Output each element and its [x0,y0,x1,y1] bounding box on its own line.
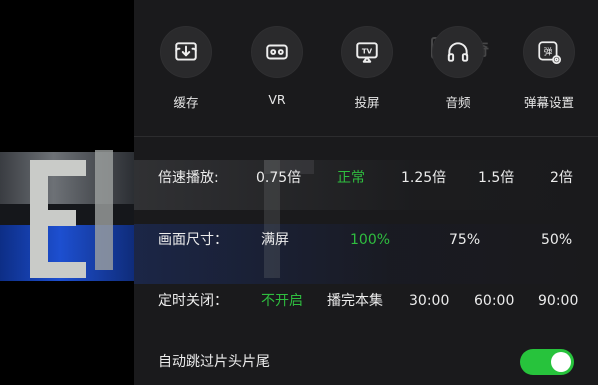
speed-option-2[interactable]: 2倍 [550,166,573,190]
size-label: 画面尺寸： [158,232,228,248]
audio-label: 音频 [445,95,471,110]
timer-option-end-episode[interactable]: 播完本集 [327,289,383,313]
vr-label: VR [268,92,286,107]
video-frame[interactable] [0,0,134,385]
video-letter-e [30,160,86,278]
timer-option-30[interactable]: 30:00 [409,289,449,313]
speed-label: 倍速播放: [158,170,219,186]
cast-button[interactable]: TV 投屏 [322,26,412,111]
vr-icon-circle[interactable] [251,26,303,78]
timer-row: 定时关闭： 不开启 播完本集 30:00 60:00 90:00 [158,289,588,313]
speed-option-normal[interactable]: 正常 [337,166,365,190]
headphones-icon [447,42,469,62]
speed-option-1-5[interactable]: 1.5倍 [478,166,514,190]
cast-icon-circle[interactable]: TV [341,26,393,78]
timer-option-off[interactable]: 不开启 [261,289,303,313]
video-letter-bar [95,150,113,270]
size-option-fullscreen[interactable]: 满屏 [261,228,289,252]
player-settings-panel: i 爱奇 缓存 VR [134,0,598,385]
section-divider [134,136,598,137]
size-row: 画面尺寸： 满屏 100% 75% 50% [158,228,588,252]
cast-label: 投屏 [354,95,380,110]
timer-label: 定时关闭： [158,293,228,309]
skip-intro-row: 自动跳过片头片尾 [158,350,358,374]
skip-intro-label: 自动跳过片头片尾 [158,354,270,370]
audio-icon-circle[interactable] [432,26,484,78]
timer-option-60[interactable]: 60:00 [474,289,514,313]
size-option-50[interactable]: 50% [541,228,572,252]
danmaku-settings-label: 弹幕设置 [523,95,574,110]
cache-icon-circle[interactable] [160,26,212,78]
size-option-75[interactable]: 75% [449,228,480,252]
cache-button[interactable]: 缓存 [141,26,231,111]
skip-intro-toggle[interactable] [520,349,574,375]
audio-button[interactable]: 音频 [413,26,503,111]
speed-option-1-25[interactable]: 1.25倍 [401,166,446,190]
svg-text:弹: 弹 [544,46,553,58]
vr-button[interactable]: VR [232,26,322,107]
size-option-100[interactable]: 100% [350,228,390,252]
speed-row: 倍速播放: 0.75倍 正常 1.25倍 1.5倍 2倍 [158,166,588,190]
danmaku-settings-icon: 弹 [538,41,562,65]
cache-label: 缓存 [173,95,199,110]
toggle-knob [551,352,571,372]
danmaku-settings-button[interactable]: 弹 弹幕设置 [504,26,594,111]
speed-option-0-75[interactable]: 0.75倍 [256,166,301,190]
download-icon [175,42,197,61]
tv-cast-icon: TV [356,42,378,63]
svg-text:TV: TV [362,47,373,56]
quick-actions: 缓存 VR TV 投屏 音频 弹 弹幕设置 [134,26,598,116]
timer-option-90[interactable]: 90:00 [538,289,578,313]
danmaku-settings-icon-circle[interactable]: 弹 [523,26,575,78]
vr-goggles-icon [266,44,288,60]
